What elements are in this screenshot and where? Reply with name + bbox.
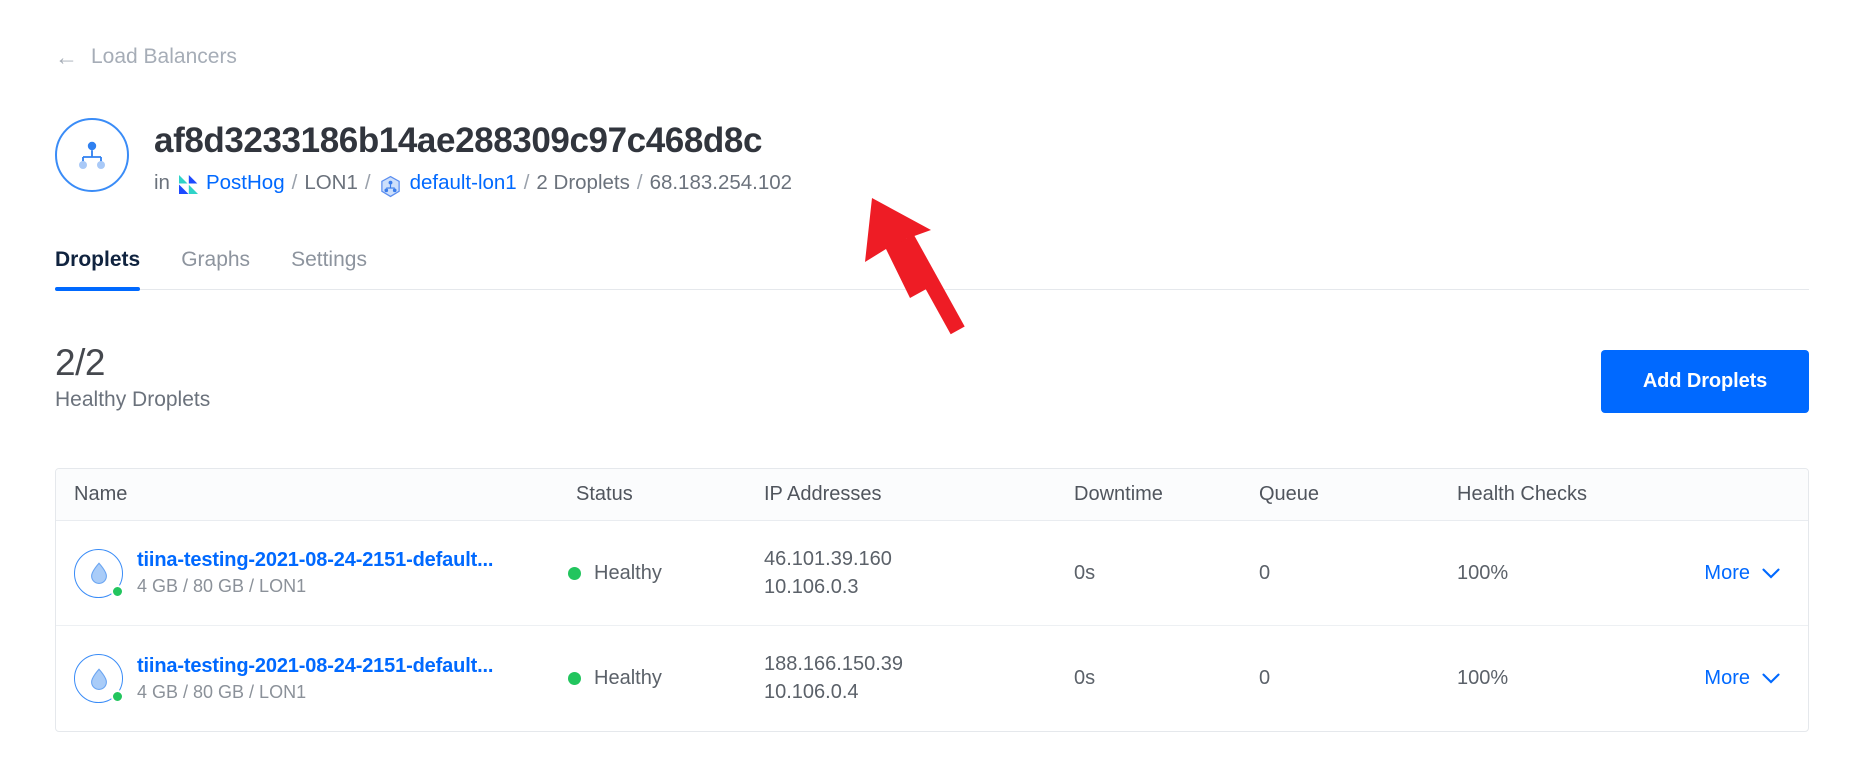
breadcrumb-separator: / bbox=[636, 170, 643, 194]
column-header-queue: Queue bbox=[1259, 483, 1320, 505]
droplet-status: Healthy bbox=[568, 667, 764, 690]
tab-bar: Droplets Graphs Settings bbox=[55, 248, 1809, 291]
breadcrumb-ip: 68.183.254.102 bbox=[649, 170, 793, 194]
column-header-status: Status bbox=[576, 483, 633, 505]
droplet-name-link[interactable]: tiina-testing-2021-08-24-2151-default... bbox=[137, 655, 493, 678]
breadcrumb-project-link[interactable]: PostHog bbox=[206, 171, 285, 195]
droplet-health-checks: 100% bbox=[1457, 667, 1509, 689]
column-header-health-checks: Health Checks bbox=[1457, 483, 1588, 505]
breadcrumb-droplet-count: 2 Droplets bbox=[536, 170, 630, 194]
droplet-ip-addresses: 188.166.150.39 10.106.0.4 bbox=[764, 653, 1074, 704]
droplet-icon bbox=[74, 548, 124, 598]
droplet-queue: 0 bbox=[1259, 561, 1271, 584]
droplets-table: Name Status IP Addresses Downtime Queue … bbox=[55, 468, 1809, 732]
add-droplets-button[interactable]: Add Droplets bbox=[1601, 350, 1809, 413]
droplet-specs: 4 GB / 80 GB / LON1 bbox=[137, 576, 307, 596]
back-link-label: Load Balancers bbox=[91, 45, 237, 68]
public-ip: 46.101.39.160 bbox=[764, 547, 892, 570]
table-header-row: Name Status IP Addresses Downtime Queue … bbox=[56, 469, 1808, 521]
load-balancer-icon bbox=[55, 118, 129, 192]
droplet-downtime: 0s bbox=[1074, 667, 1096, 689]
column-header-ip-addresses: IP Addresses bbox=[764, 483, 882, 505]
private-ip: 10.106.0.3 bbox=[764, 575, 859, 598]
table-row: tiina-testing-2021-08-24-2151-default...… bbox=[56, 626, 1808, 731]
private-ip: 10.106.0.4 bbox=[764, 681, 859, 703]
column-header-name: Name bbox=[74, 483, 128, 505]
chevron-down-icon bbox=[1762, 568, 1780, 578]
status-label: Healthy bbox=[594, 667, 662, 689]
breadcrumb-separator: / bbox=[291, 170, 298, 194]
arrow-left-icon: ← bbox=[55, 43, 78, 70]
status-label: Healthy bbox=[594, 561, 662, 584]
droplet-status: Healthy bbox=[568, 561, 764, 585]
more-label: More bbox=[1704, 561, 1750, 584]
droplet-downtime: 0s bbox=[1074, 561, 1096, 584]
health-status-dot bbox=[568, 672, 581, 685]
tab-graphs[interactable]: Graphs bbox=[181, 248, 250, 289]
back-to-load-balancers-link[interactable]: ← Load Balancers bbox=[55, 45, 237, 69]
vpc-network-icon bbox=[379, 175, 402, 198]
public-ip: 188.166.150.39 bbox=[764, 653, 904, 675]
breadcrumb-prefix: in bbox=[154, 170, 170, 194]
breadcrumb-vpc-link[interactable]: default-lon1 bbox=[410, 171, 517, 195]
page-header: af8d3233186b14ae288309c97c468d8c in Post… bbox=[55, 118, 793, 198]
breadcrumb-separator: / bbox=[364, 170, 371, 194]
tab-droplets[interactable]: Droplets bbox=[55, 248, 141, 291]
droplet-icon bbox=[74, 654, 124, 703]
droplet-queue: 0 bbox=[1259, 667, 1271, 689]
load-balancer-detail-page: ← Load Balancers af8d3233186b14ae288309c… bbox=[0, 0, 1864, 758]
breadcrumb-region: LON1 bbox=[304, 170, 358, 194]
table-row: tiina-testing-2021-08-24-2151-default...… bbox=[56, 521, 1808, 626]
healthy-count-label: Healthy Droplets bbox=[55, 388, 211, 412]
droplet-ip-addresses: 46.101.39.160 10.106.0.3 bbox=[764, 548, 1074, 599]
tab-settings[interactable]: Settings bbox=[291, 248, 367, 289]
posthog-logo-icon bbox=[178, 175, 198, 195]
health-status-dot bbox=[568, 566, 581, 580]
more-menu-button[interactable]: More bbox=[1704, 667, 1780, 690]
droplet-name-link[interactable]: tiina-testing-2021-08-24-2151-default... bbox=[137, 549, 493, 572]
column-header-downtime: Downtime bbox=[1074, 483, 1163, 505]
droplet-status-dot bbox=[111, 690, 124, 703]
healthy-count: 2/2 bbox=[55, 342, 105, 383]
breadcrumb: in PostHog / LON1 / default-lon1 / 2 Dro… bbox=[154, 170, 793, 198]
droplet-specs: 4 GB / 80 GB / LON1 bbox=[137, 681, 307, 702]
page-title: af8d3233186b14ae288309c97c468d8c bbox=[154, 121, 763, 160]
healthy-droplets-summary: 2/2 Healthy Droplets bbox=[55, 342, 210, 412]
breadcrumb-separator: / bbox=[523, 170, 530, 194]
more-label: More bbox=[1704, 667, 1750, 689]
chevron-down-icon bbox=[1762, 673, 1780, 684]
more-menu-button[interactable]: More bbox=[1704, 562, 1780, 585]
droplet-status-dot bbox=[111, 584, 124, 598]
droplet-health-checks: 100% bbox=[1457, 561, 1509, 584]
